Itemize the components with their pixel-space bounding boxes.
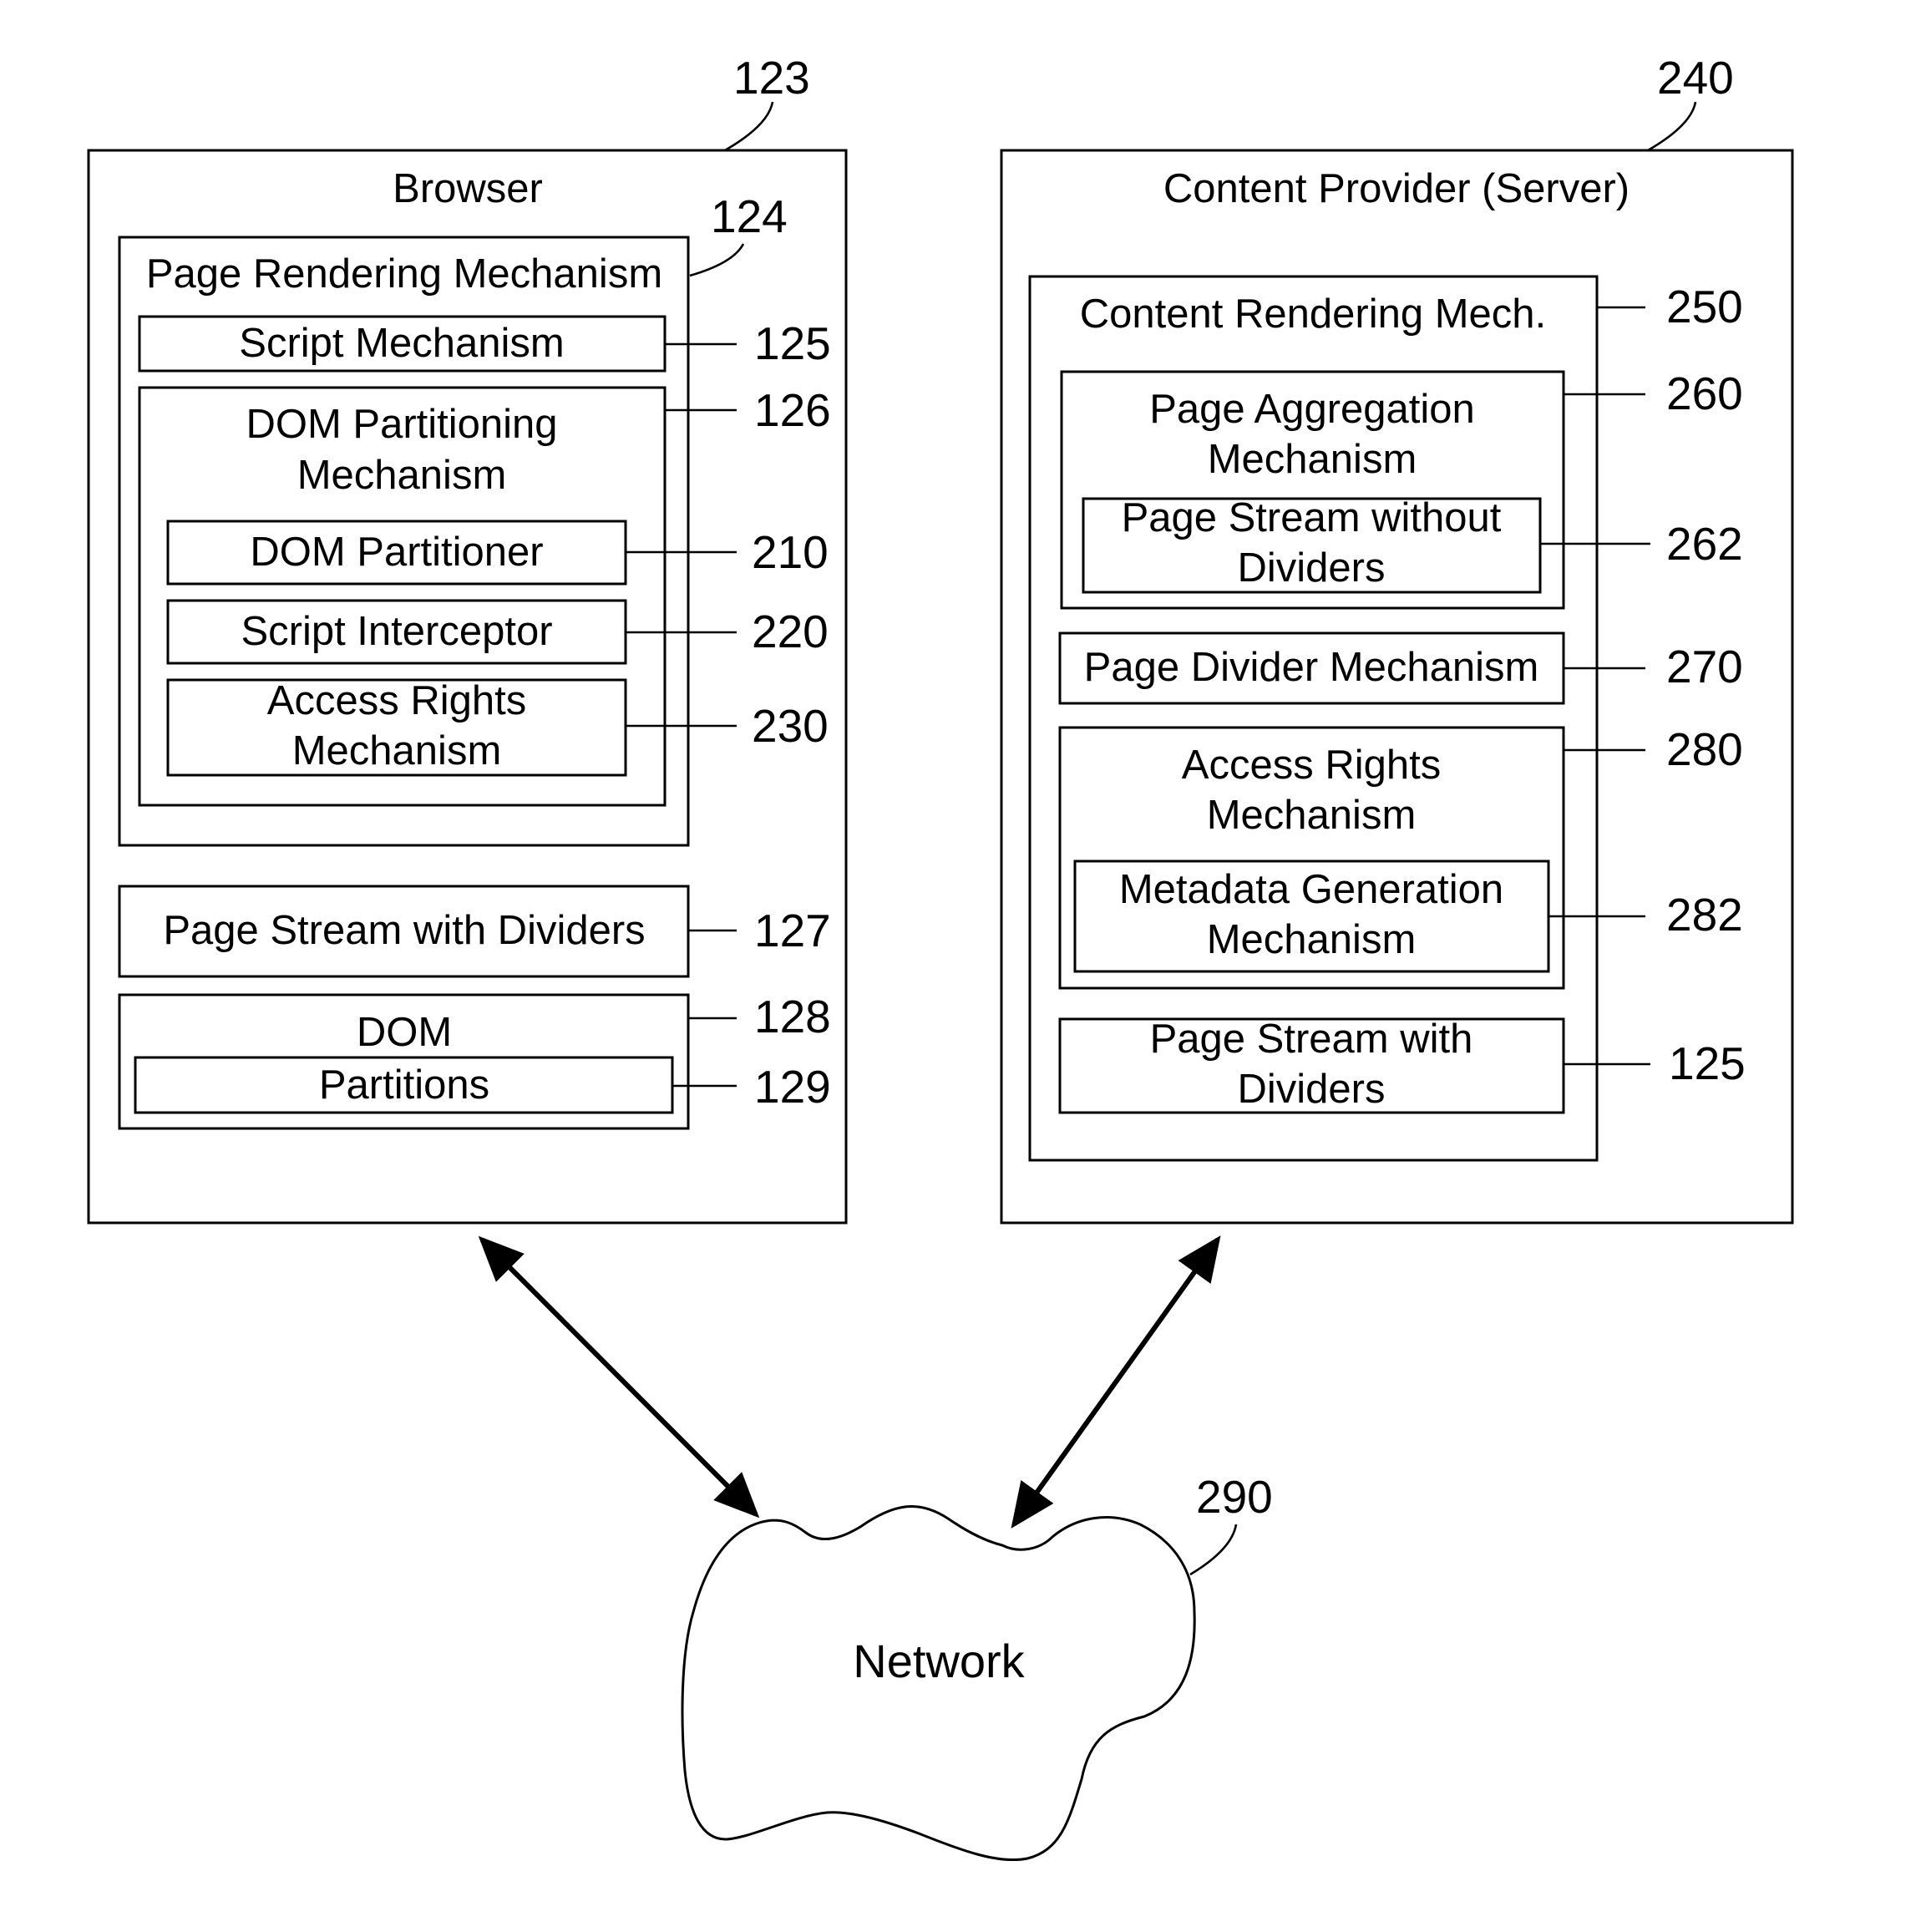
metadata-generation-line2: Mechanism [1207,917,1417,962]
metadata-generation-ref: 282 [1666,889,1743,941]
page-rendering-title: Page Rendering Mechanism [146,251,662,297]
script-interceptor-label: Script Interceptor [241,609,552,654]
access-rights-ref-browser: 230 [752,700,829,752]
page-divider-ref: 270 [1666,641,1743,692]
dom-partitioner-ref: 210 [752,526,829,578]
script-mechanism-ref: 125 [754,317,831,369]
access-rights-line1-browser: Access Rights [267,678,526,723]
dom-partitioning-title-line2: Mechanism [297,453,507,498]
partitions-ref: 129 [754,1061,831,1113]
server-leader-line [1647,101,1697,152]
access-rights-line2-server: Mechanism [1207,793,1417,838]
browser-title: Browser [393,166,543,211]
metadata-generation-line1: Metadata Generation [1119,867,1503,912]
patent-figure: Browser 123 Page Rendering Mechanism 124… [87,52,1794,1862]
partitions-label: Partitions [319,1062,489,1108]
server-block: Content Provider (Server) 240 Content Re… [1000,52,1794,1225]
page-aggregation-line1: Page Aggregation [1149,387,1475,432]
network-ref: 290 [1196,1471,1273,1523]
content-rendering-title: Content Rendering Mech. [1080,292,1546,337]
server-network-arrow [1011,1235,1221,1529]
page-stream-ref-browser: 127 [754,905,831,956]
server-title: Content Provider (Server) [1163,166,1630,211]
page-stream-without-dividers-line1: Page Stream without [1122,495,1502,540]
access-rights-line2-browser: Mechanism [292,728,502,773]
browser-block: Browser 123 Page Rendering Mechanism 124… [87,52,848,1225]
dom-partitioning-ref: 126 [754,384,831,436]
network-label: Network [853,1635,1025,1687]
page-aggregation-ref: 260 [1666,368,1743,419]
browser-network-arrow [478,1235,760,1519]
dom-ref: 128 [754,991,831,1042]
dom-partitioning-title-line1: DOM Partitioning [246,402,557,447]
page-stream-with-dividers-label-browser: Page Stream with Dividers [163,908,645,953]
network-block: Network 290 [681,1471,1273,1862]
network-leader-line [1189,1524,1238,1576]
page-divider-label: Page Divider Mechanism [1084,645,1539,690]
page-stream-without-dividers-line2: Dividers [1238,545,1386,591]
page-rendering-ref: 124 [711,190,788,242]
page-aggregation-line2: Mechanism [1208,437,1417,482]
browser-leader-line [724,101,774,152]
dom-partitioner-label: DOM Partitioner [250,530,543,575]
access-rights-line1-server: Access Rights [1182,743,1441,788]
page-stream-with-dividers-ref-server: 125 [1669,1037,1746,1089]
access-rights-ref-server: 280 [1666,723,1743,775]
dom-label: DOM [357,1010,452,1055]
content-rendering-ref: 250 [1666,281,1743,332]
script-mechanism-label: Script Mechanism [239,321,564,366]
page-stream-with-dividers-line2-server: Dividers [1238,1067,1386,1112]
server-ref: 240 [1657,52,1734,104]
browser-ref: 123 [733,52,810,104]
page-stream-with-dividers-line1-server: Page Stream with [1150,1017,1473,1062]
script-interceptor-ref: 220 [752,606,829,657]
page-stream-without-dividers-ref: 262 [1666,518,1743,570]
